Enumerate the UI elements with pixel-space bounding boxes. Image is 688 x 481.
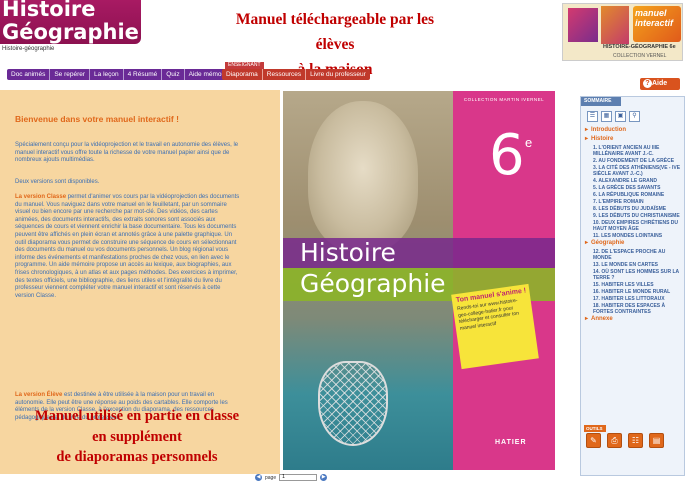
help-button[interactable]: Aide	[640, 78, 680, 90]
eleve-lead: La version Élève	[15, 392, 63, 398]
cover-sticker: Ton manuel s'anime ! Rends-toi sur www.h…	[451, 283, 539, 370]
tools-bar: ✎ ⎙ ☷ ▤	[586, 433, 664, 448]
toc-panel: SOMMAIRE ☰ ▦ ▣ ⚲ Introduction Histoire 1…	[580, 96, 685, 476]
toc-item[interactable]: 7. L'EMPIRE ROMAIN	[585, 199, 682, 205]
toc-item[interactable]: 11. LES MONDES LOINTAINS	[585, 233, 682, 239]
logo-line2: Géographie	[2, 20, 139, 44]
cover-grade-sup: e	[525, 135, 533, 150]
nav-quiz[interactable]: Quiz	[162, 69, 185, 80]
app-header: Histoire Géographie Histoire-géographie …	[0, 0, 688, 78]
nav-resume[interactable]: 4 Résumé	[124, 69, 163, 80]
toc-item[interactable]: 17. HABITER LES LITTORAUX	[585, 296, 682, 302]
book-thumb-2	[601, 6, 629, 44]
thumb-subtitle: HISTOIRE-GÉOGRAPHIE 6e	[603, 44, 676, 50]
teacher-label: ENSEIGNANT	[225, 62, 264, 69]
toc-item[interactable]: 10. DEUX EMPIRES CHRÉTIENS DU HAUT MOYEN…	[585, 220, 682, 232]
annotation-bottom-line2: en supplément	[92, 428, 182, 445]
versions-paragraph: Deux versions sont disponibles.	[15, 179, 100, 185]
book-thumb-1	[568, 8, 598, 42]
nav-se-reperer[interactable]: Se repérer	[50, 69, 91, 80]
toc-section-histoire[interactable]: Histoire	[585, 136, 682, 143]
cover-publisher: HATIER	[495, 439, 527, 446]
pages-icon[interactable]: ▤	[649, 433, 664, 448]
annotation-top-line1: Manuel téléchargeable par les élèves	[235, 11, 435, 53]
toc-title: SOMMAIRE	[581, 97, 621, 106]
toc-item[interactable]: 13. LE MONDE EN CARTES	[585, 262, 682, 268]
nav-la-lecon[interactable]: La leçon	[90, 69, 124, 80]
classe-lead: La version Classe	[15, 194, 67, 200]
toc-item[interactable]: 3. LA CITÉ DES ATHÉNIENS(VE - IVE SIÈCLE…	[585, 165, 682, 177]
nav-doc-animes[interactable]: Doc animés	[7, 69, 51, 80]
cover-grade: 6	[489, 123, 525, 188]
toc-item[interactable]: 8. LES DÉBUTS DU JUDAÏSME	[585, 206, 682, 212]
product-thumbnail: manuel interactif HISTOIRE-GÉOGRAPHIE 6e…	[562, 3, 683, 61]
book-icon[interactable]: ☷	[628, 433, 643, 448]
toc-item[interactable]: 6. LA RÉPUBLIQUE ROMAINE	[585, 192, 682, 198]
toc-view-icons: ☰ ▦ ▣ ⚲	[587, 111, 640, 122]
annotation-bottom-line3: de diaporamas personnels	[56, 449, 218, 465]
pen-icon[interactable]: ✎	[586, 433, 601, 448]
page-input[interactable]: 1	[279, 474, 318, 481]
logo-line1: Histoire	[2, 0, 96, 21]
toc-item[interactable]: 15. HABITER LES VILLES	[585, 282, 682, 288]
toc-list: Introduction Histoire 1. L'ORIENT ANCIEN…	[585, 127, 682, 325]
page-label: page	[265, 474, 277, 481]
app-logo: Histoire Géographie	[0, 0, 141, 44]
classe-text: permet d'animer vos cours par la vidéopr…	[15, 194, 240, 299]
toc-item[interactable]: 4. ALEXANDRE LE GRAND	[585, 178, 682, 184]
thumb-collection: COLLECTION VERNEL	[613, 53, 667, 59]
page-navigator: ◀ page 1 ▶	[255, 474, 328, 481]
cover-collection: COLLECTION MARTIN IVERNEL	[463, 97, 545, 102]
toc-section-annexe[interactable]: Annexe	[585, 316, 682, 323]
nav-ressources[interactable]: Ressources	[263, 69, 307, 80]
book-cover[interactable]: COLLECTION MARTIN IVERNEL 6 e Histoire G…	[283, 91, 555, 470]
toc-item[interactable]: 9. LES DÉBUTS DU CHRISTIANISME	[585, 213, 682, 219]
toc-section-geographie[interactable]: Géographie	[585, 240, 682, 247]
logo-subtitle: Histoire-géographie	[2, 46, 55, 52]
toc-item[interactable]: 1. L'ORIENT ANCIEN AU IIIE MILLÉNAIRE AV…	[585, 145, 682, 157]
toc-item[interactable]: 14. OÙ SONT LES HOMMES SUR LA TERRE ?	[585, 269, 682, 281]
annotation-bottom: Manuel utilisé en partie en classe en su…	[4, 406, 270, 468]
next-page-icon[interactable]: ▶	[320, 474, 328, 481]
toc-item[interactable]: 2. AU FONDEMENT DE LA GRÈCE	[585, 158, 682, 164]
intro-paragraph: Spécialement conçu pour la vidéoprojecti…	[15, 142, 239, 164]
toc-section-introduction[interactable]: Introduction	[585, 127, 682, 134]
welcome-title: Bienvenue dans votre manuel interactif !	[15, 114, 179, 124]
statue-face	[308, 101, 418, 251]
thumb-title: manuel interactif	[635, 8, 674, 28]
classe-paragraph: La version Classe permet d'animer vos co…	[15, 194, 241, 300]
cover-title-geographie: Géographie	[300, 269, 446, 298]
teacher-nav: Diaporama Ressources Livre du professeur	[222, 69, 370, 80]
nav-livre-professeur[interactable]: Livre du professeur	[306, 69, 370, 80]
nav-diaporama[interactable]: Diaporama	[222, 69, 263, 80]
grid-icon[interactable]: ▦	[601, 111, 612, 122]
toc-item[interactable]: 5. LA GRÈCE DES SAVANTS	[585, 185, 682, 191]
toc-item[interactable]: 12. DE L'ESPACE PROCHE AU MONDE	[585, 249, 682, 261]
cover-title-histoire: Histoire	[300, 238, 396, 267]
toc-item[interactable]: 18. HABITER DES ESPACES À FORTES CONTRAI…	[585, 303, 682, 315]
print-icon[interactable]: ⎙	[607, 433, 622, 448]
search-icon[interactable]: ⚲	[629, 111, 640, 122]
list-icon[interactable]: ☰	[587, 111, 598, 122]
pages-icon[interactable]: ▣	[615, 111, 626, 122]
student-nav: Doc animés Se repérer La leçon 4 Résumé …	[7, 69, 233, 80]
fishing-net	[318, 361, 388, 446]
tools-label: OUTILS	[584, 425, 606, 432]
annotation-bottom-line1: Manuel utilisé en partie en classe	[34, 408, 240, 424]
prev-page-icon[interactable]: ◀	[255, 474, 262, 481]
toc-item[interactable]: 16. HABITER LE MONDE RURAL	[585, 289, 682, 295]
